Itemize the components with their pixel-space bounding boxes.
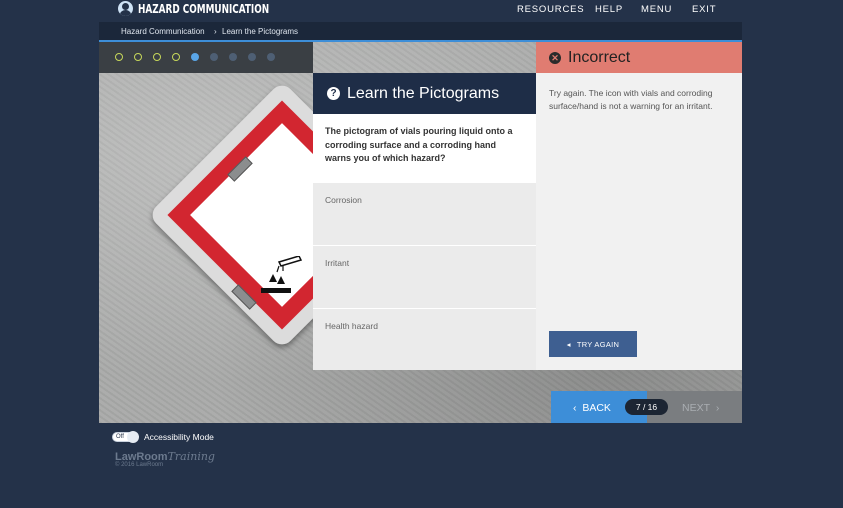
user-icon bbox=[118, 1, 133, 16]
progress-dot bbox=[248, 53, 256, 61]
toggle-knob bbox=[127, 431, 139, 443]
feedback-panel: ✕ Incorrect Try again. The icon with via… bbox=[536, 42, 742, 370]
feedback-text: Try again. The icon with vials and corro… bbox=[549, 88, 713, 111]
progress-dot bbox=[134, 53, 142, 61]
lesson-navigation: ‹ BACK NEXT › 7 / 16 bbox=[551, 391, 742, 423]
next-label: NEXT bbox=[682, 402, 711, 414]
lesson-stage: ? Learn the Pictograms The pictogram of … bbox=[99, 42, 742, 423]
nav-help[interactable]: HELP bbox=[595, 4, 623, 15]
progress-dot bbox=[210, 53, 218, 61]
top-bar: HAZARD COMMUNICATION RESOURCES HELP MENU… bbox=[0, 0, 843, 20]
progress-dot-current bbox=[191, 53, 199, 61]
nav-menu[interactable]: MENU bbox=[641, 4, 672, 15]
answer-option-corrosion[interactable]: Corrosion bbox=[313, 183, 536, 245]
answer-option-irritant[interactable]: Irritant bbox=[313, 245, 536, 307]
feedback-title: Incorrect bbox=[568, 48, 631, 66]
breadcrumb-course[interactable]: Hazard Communication bbox=[121, 27, 205, 36]
breadcrumb-page: Learn the Pictograms bbox=[222, 27, 299, 36]
logo-sub: Training bbox=[167, 450, 215, 463]
breadcrumb: Hazard Communication › Learn the Pictogr… bbox=[99, 22, 742, 42]
progress-dot bbox=[267, 53, 275, 61]
nav-resources[interactable]: RESOURCES bbox=[517, 4, 584, 15]
breadcrumb-separator: › bbox=[214, 27, 217, 36]
chevron-left-icon: ‹ bbox=[573, 402, 577, 414]
question-title: Learn the Pictograms bbox=[347, 84, 500, 102]
answer-option-health-hazard[interactable]: Health hazard bbox=[313, 308, 536, 370]
try-again-label: TRY AGAIN bbox=[576, 339, 620, 349]
progress-dot bbox=[115, 53, 123, 61]
accessibility-toggle[interactable]: Off bbox=[112, 431, 139, 443]
accessibility-label: Accessibility Mode bbox=[144, 432, 214, 442]
toggle-state: Off bbox=[116, 434, 124, 440]
page-counter: 7 / 16 bbox=[625, 399, 668, 415]
question-header: ? Learn the Pictograms bbox=[313, 73, 536, 114]
progress-indicator bbox=[99, 42, 313, 73]
progress-dot bbox=[229, 53, 237, 61]
question-icon: ? bbox=[327, 87, 340, 100]
question-text: The pictogram of vials pouring liquid on… bbox=[313, 114, 536, 183]
question-panel: ? Learn the Pictograms The pictogram of … bbox=[313, 73, 536, 370]
try-again-button[interactable]: ◂ TRY AGAIN bbox=[549, 331, 637, 357]
back-label: BACK bbox=[582, 402, 611, 414]
feedback-header: ✕ Incorrect bbox=[536, 42, 742, 73]
nav-exit[interactable]: EXIT bbox=[692, 4, 716, 15]
brand: HAZARD COMMUNICATION bbox=[118, 1, 298, 16]
caret-left-icon: ◂ bbox=[566, 339, 571, 349]
close-circle-icon: ✕ bbox=[549, 51, 561, 64]
chevron-right-icon: › bbox=[715, 402, 720, 414]
brand-title: HAZARD COMMUNICATION bbox=[138, 1, 270, 16]
copyright: © 2016 LawRoom bbox=[115, 462, 164, 468]
progress-dot bbox=[153, 53, 161, 61]
progress-dot bbox=[172, 53, 180, 61]
accessibility-toggle-row: Off Accessibility Mode bbox=[112, 431, 214, 443]
